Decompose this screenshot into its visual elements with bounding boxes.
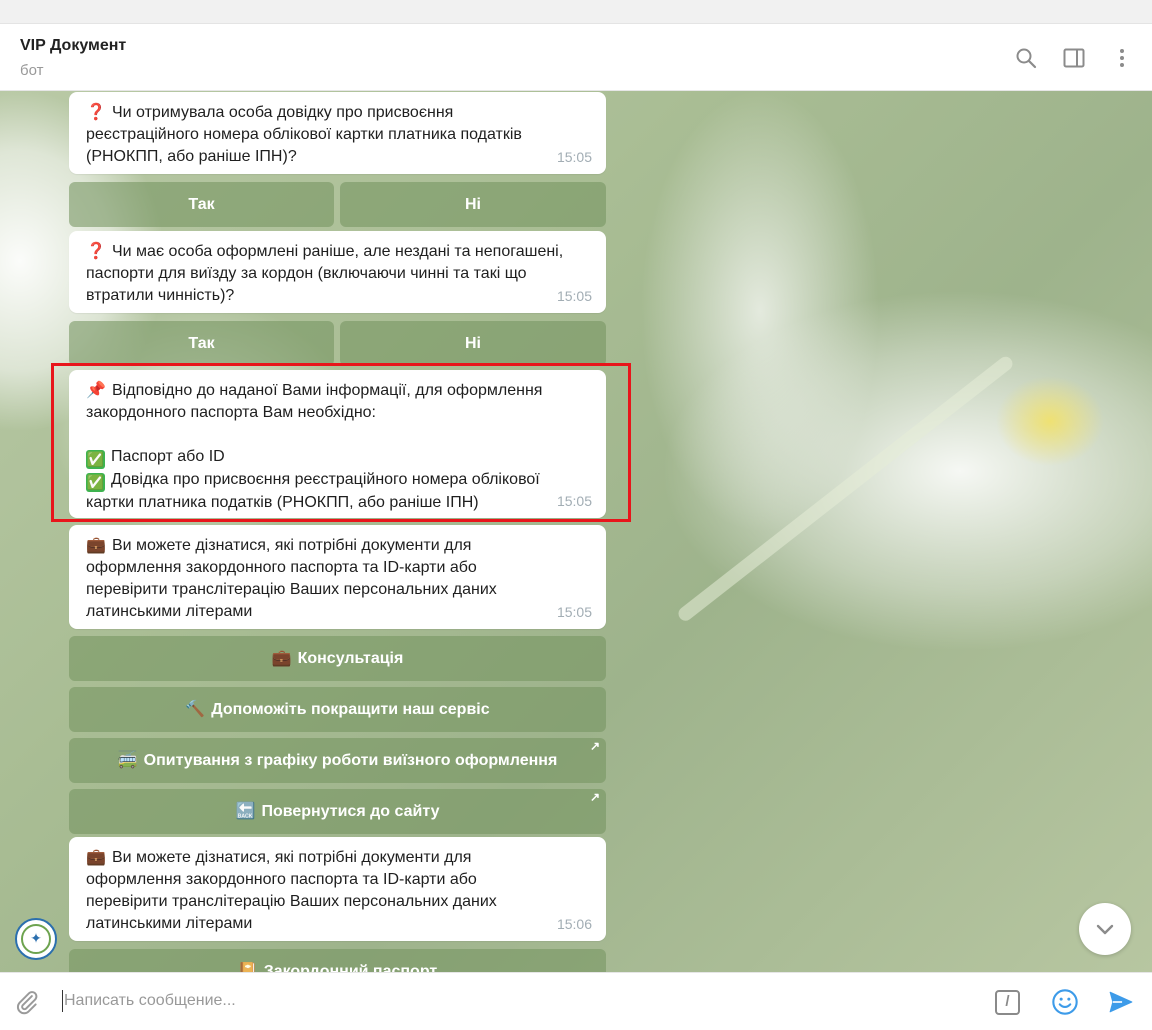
menu-button-label: Закордонний паспорт: [263, 963, 438, 972]
send-icon[interactable]: [1107, 989, 1135, 1015]
back-arrow-icon: 🔙: [235, 803, 256, 820]
command-symbol: /: [1005, 993, 1010, 1010]
message-time: 15:05: [556, 288, 592, 304]
inline-button-no[interactable]: Ні: [340, 182, 606, 227]
briefcase-icon: 💼: [86, 849, 106, 866]
chevron-down-icon: [1096, 924, 1114, 935]
briefcase-icon: 💼: [86, 537, 106, 554]
menu-button-label: Повернутися до сайту: [261, 803, 440, 820]
chat-header: VIP Документ бот: [0, 24, 1152, 91]
question-icon: ❓: [86, 243, 106, 260]
menu-button-back-to-site[interactable]: 🔙 Повернутися до сайту ↗: [69, 789, 606, 834]
bot-avatar[interactable]: ✦: [15, 918, 57, 960]
menu-button-label: Допоможіть покращити наш сервіс: [211, 701, 490, 718]
message-text: (РНОКПП, або раніше ІПН)?: [86, 148, 297, 165]
menu-button-consultation[interactable]: 💼 Консультація: [69, 636, 606, 681]
message-input[interactable]: [64, 987, 964, 1015]
notebook-icon: 📔: [237, 963, 258, 972]
message-text: Ви можете дізнатися, які потрібні докуме…: [112, 537, 472, 554]
message-bubble: 💼 Ви можете дізнатися, які потрібні докум…: [69, 837, 606, 941]
menu-button-foreign-passport[interactable]: 📔 Закордонний паспорт: [69, 949, 606, 972]
menu-button-survey[interactable]: 🚎 Опитування з графіку роботи виїзного оф…: [69, 738, 606, 783]
search-icon[interactable]: [1014, 46, 1038, 70]
message-bubble: 💼 Ви можете дізнатися, які потрібні докум…: [69, 525, 606, 629]
highlight-box: [51, 363, 631, 522]
message-text: втратили чинність)?: [86, 287, 235, 304]
message-text: латинськими літерами: [86, 915, 253, 932]
message-time: 15:06: [556, 916, 592, 932]
external-link-icon: ↗: [589, 739, 600, 753]
message-text: Чи має особа оформлені раніше, але незда…: [112, 243, 564, 260]
emoji-icon[interactable]: [1051, 988, 1079, 1016]
trolleybus-icon: 🚎: [117, 752, 138, 769]
scroll-down-button[interactable]: [1079, 903, 1131, 955]
menu-button-label: Опитування з графіку роботи виїзного офо…: [143, 752, 558, 769]
hammer-icon: 🔨: [185, 701, 206, 718]
message-text: латинськими літерами: [86, 603, 253, 620]
window-top-strip: [0, 0, 1152, 24]
message-time: 15:05: [556, 149, 592, 165]
chat-title[interactable]: VIP Документ: [20, 37, 126, 55]
message-text: реєстраційного номера облікової картки п…: [86, 126, 522, 143]
inline-button-yes[interactable]: Так: [69, 321, 334, 366]
more-vertical-icon[interactable]: [1110, 46, 1134, 70]
external-link-icon: ↗: [589, 790, 600, 804]
inline-button-yes[interactable]: Так: [69, 182, 334, 227]
compass-icon: ✦: [30, 930, 42, 946]
message-bubble: ❓ Чи має особа оформлені раніше, але незд…: [69, 231, 606, 313]
message-text: паспорти для виїзду за кордон (включаючи…: [86, 265, 527, 282]
text-caret: [62, 990, 63, 1012]
message-text: оформлення закордонного паспорта та ID-к…: [86, 871, 477, 888]
chat-subtitle: бот: [20, 62, 44, 79]
message-time: 15:05: [556, 604, 592, 620]
briefcase-icon: 💼: [271, 650, 292, 667]
menu-button-improve-service[interactable]: 🔨 Допоможіть покращити наш сервіс: [69, 687, 606, 732]
sidebar-toggle-icon[interactable]: [1062, 46, 1086, 70]
message-text: Ви можете дізнатися, які потрібні докуме…: [112, 849, 472, 866]
question-icon: ❓: [86, 104, 106, 121]
background-flower-stem: [675, 353, 1016, 624]
paperclip-icon[interactable]: [14, 989, 40, 1015]
inline-button-no[interactable]: Ні: [340, 321, 606, 366]
menu-button-label: Консультація: [297, 650, 404, 667]
chat-area[interactable]: ❓ Чи отримувала особа довідку про присвоє…: [0, 91, 1152, 972]
command-icon[interactable]: /: [995, 990, 1020, 1015]
message-text: оформлення закордонного паспорта та ID-к…: [86, 559, 477, 576]
message-text: перевірити транслітерацію Ваших персонал…: [86, 581, 497, 598]
message-text: Чи отримувала особа довідку про присвоєн…: [112, 104, 454, 121]
message-text: перевірити транслітерацію Ваших персонал…: [86, 893, 497, 910]
message-bubble: ❓ Чи отримувала особа довідку про присвоє…: [69, 92, 606, 174]
message-composer: /: [0, 972, 1152, 1030]
